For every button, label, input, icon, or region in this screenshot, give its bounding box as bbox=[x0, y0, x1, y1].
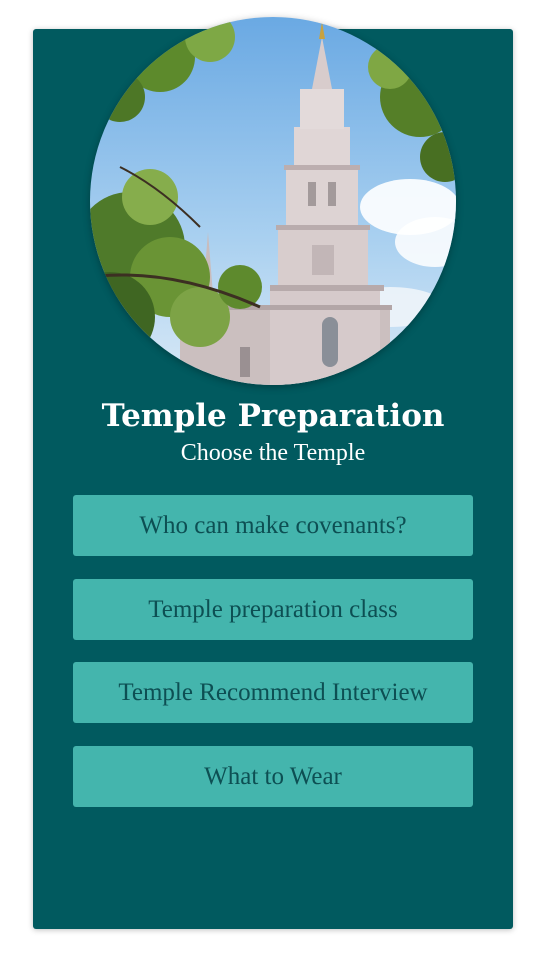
temple-photo-image bbox=[90, 17, 456, 385]
temple-preparation-class-button[interactable]: Temple preparation class bbox=[73, 579, 473, 640]
temple-photo bbox=[90, 17, 456, 385]
who-can-make-covenants-button[interactable]: Who can make covenants? bbox=[73, 495, 473, 556]
page-title: Temple Preparation bbox=[101, 398, 445, 434]
temple-recommend-interview-button[interactable]: Temple Recommend Interview bbox=[73, 662, 473, 723]
page-subtitle: Choose the Temple bbox=[180, 440, 366, 466]
what-to-wear-button[interactable]: What to Wear bbox=[73, 746, 473, 807]
